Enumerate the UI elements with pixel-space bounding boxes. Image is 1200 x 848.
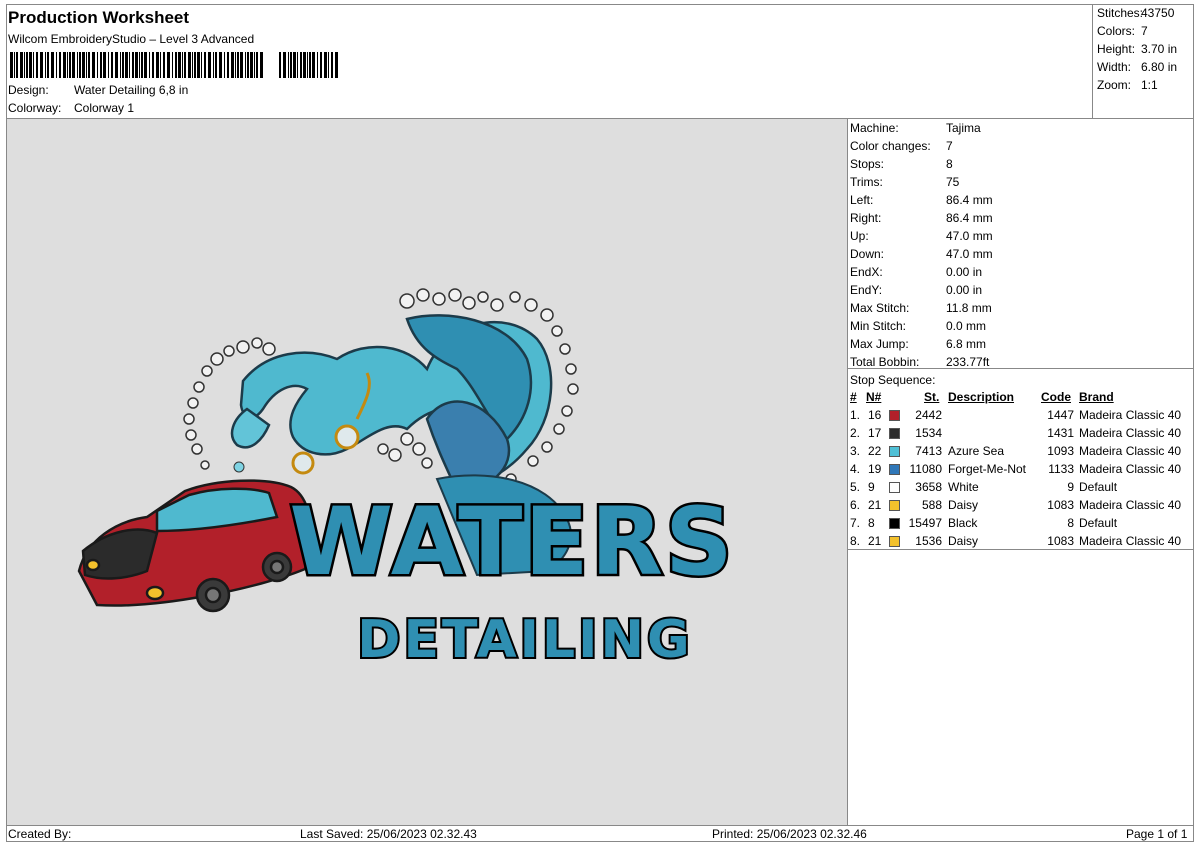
color-swatch bbox=[889, 446, 900, 457]
printed-date: Printed: 25/06/2023 02.32.46 bbox=[712, 827, 867, 841]
colorway-row: Colorway: Colorway 1 bbox=[8, 101, 134, 115]
stop-sequence-row: 3. 22 7413 Azure Sea 1093 Madeira Classic 40 bbox=[850, 444, 1182, 458]
color-swatch bbox=[889, 464, 900, 475]
embroidery-design: WATERS DETAILING bbox=[77, 288, 735, 672]
software-name: Wilcom EmbroideryStudio – Level 3 Advanc… bbox=[8, 32, 255, 46]
machine-info-row: Right: 86.4 mm bbox=[850, 211, 993, 225]
stop-sequence-header: # N# St. Description Code Brand bbox=[850, 390, 1114, 404]
machine-info-row: Min Stitch: 0.0 mm bbox=[850, 319, 987, 333]
stop-sequence-row: 6. 21 588 Daisy 1083 Madeira Classic 40 bbox=[850, 498, 1182, 512]
barcode bbox=[10, 52, 338, 78]
stat-stitches: Stitches:43750 bbox=[1097, 6, 1175, 20]
design-value: Water Detailing 6,8 in bbox=[74, 83, 189, 97]
page-number: Page 1 of 1 bbox=[1126, 827, 1188, 841]
color-swatch bbox=[889, 536, 900, 547]
machine-info-row: Color changes: 7 bbox=[850, 139, 953, 153]
stat-width: Width: 6.80 in bbox=[1097, 60, 1178, 74]
worksheet-footer: Created By: Last Saved: 25/06/2023 02.32… bbox=[6, 825, 1194, 843]
stop-sequence-title: Stop Sequence: bbox=[850, 373, 936, 387]
machine-info-row: Machine: Tajima bbox=[850, 121, 981, 135]
machine-info-row: Down: 47.0 mm bbox=[850, 247, 993, 261]
page-title: Production Worksheet bbox=[8, 8, 190, 27]
sequence-divider bbox=[848, 549, 1194, 550]
color-swatch bbox=[889, 410, 900, 421]
created-by: Created By: bbox=[8, 827, 72, 841]
machine-info-row: Trims: 75 bbox=[850, 175, 960, 189]
design-label: Design: bbox=[8, 83, 49, 97]
color-swatch bbox=[889, 518, 900, 529]
machine-info-row: Up: 47.0 mm bbox=[850, 229, 993, 243]
machine-info-row: Left: 86.4 mm bbox=[850, 193, 993, 207]
color-swatch bbox=[889, 428, 900, 439]
worksheet-header: Production Worksheet Wilcom EmbroiderySt… bbox=[6, 4, 1092, 118]
machine-info-row: Max Stitch: 11.8 mm bbox=[850, 301, 992, 315]
blue-bubble bbox=[233, 461, 245, 473]
machine-info-row: EndY: 0.00 in bbox=[850, 283, 983, 297]
machine-info-row: Max Jump: 6.8 mm bbox=[850, 337, 987, 351]
stat-zoom: Zoom: 1:1 bbox=[1097, 78, 1158, 92]
car-graphic bbox=[77, 479, 313, 613]
machine-info-row: Stops: 8 bbox=[850, 157, 953, 171]
design-title-waters: WATERS bbox=[289, 488, 734, 597]
stop-sequence-row: 2. 17 1534 1431 Madeira Classic 40 bbox=[850, 426, 1182, 440]
info-divider bbox=[848, 368, 1194, 369]
wave-creature bbox=[230, 314, 553, 493]
colorway-label: Colorway: bbox=[8, 101, 62, 115]
last-saved: Last Saved: 25/06/2023 02.32.43 bbox=[300, 827, 477, 841]
stop-sequence-row: 1. 16 2442 1447 Madeira Classic 40 bbox=[850, 408, 1182, 422]
colorway-value: Colorway 1 bbox=[74, 101, 135, 115]
stop-sequence-row: 7. 8 15497 Black 8 Default bbox=[850, 516, 1118, 530]
design-title-detailing: DETAILING bbox=[357, 610, 692, 670]
color-swatch bbox=[889, 482, 900, 493]
stat-colors: Colors: 7 bbox=[1097, 24, 1148, 38]
stop-sequence-row: 5. 9 3658 White 9 Default bbox=[850, 480, 1118, 494]
design-preview: WATERS DETAILING bbox=[7, 119, 847, 825]
design-stats: Stitches:43750 Colors: 7 Height: 3.70 in W… bbox=[1092, 4, 1194, 118]
design-row: Design: Water Detailing 6,8 in bbox=[8, 83, 188, 97]
stat-height: Height: 3.70 in bbox=[1097, 42, 1178, 56]
machine-info-row: Total Bobbin: 233.77ft bbox=[850, 355, 990, 369]
color-swatch bbox=[889, 500, 900, 511]
stop-sequence-row: 4. 19 11080 Forget-Me-Not 1133 Madeira Classi… bbox=[850, 462, 1182, 476]
machine-info-row: EndX: 0.00 in bbox=[850, 265, 983, 279]
